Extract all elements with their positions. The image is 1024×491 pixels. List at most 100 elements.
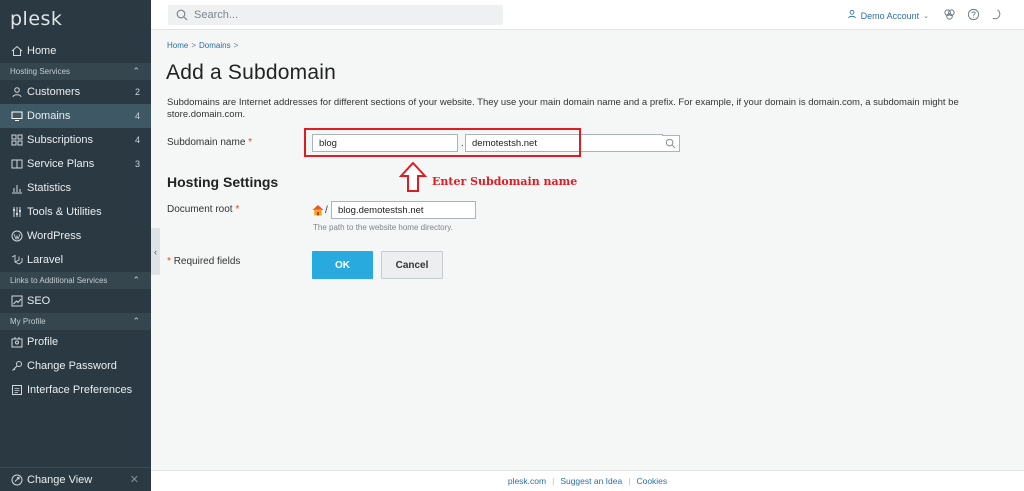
sidebar-item-change-password[interactable]: Change Password (0, 354, 151, 378)
grid-icon (10, 133, 24, 147)
label-text: Subdomain name (167, 137, 246, 148)
help-icon[interactable] (966, 7, 980, 21)
sidebar-item-service-plans[interactable]: Service Plans 3 (0, 152, 151, 176)
required-fields-note: * Required fields (167, 256, 240, 267)
footer-link-cookies[interactable]: Cookies (636, 476, 667, 486)
footer-link-plesk[interactable]: plesk.com (508, 476, 546, 486)
breadcrumb-separator: > (191, 41, 197, 50)
account-menu[interactable]: Demo Account ⌄ (847, 9, 929, 22)
count-badge: 3 (134, 159, 140, 169)
moon-icon[interactable] (989, 7, 1003, 21)
sidebar-item-customers[interactable]: Customers 2 (0, 80, 151, 104)
topbar: Search... Demo Account ⌄ (151, 0, 1024, 30)
sidebar-item-interface-preferences[interactable]: Interface Preferences (0, 378, 151, 402)
laravel-icon (10, 253, 24, 267)
section-label: My Profile (10, 317, 46, 326)
home-icon (10, 44, 24, 58)
profile-icon (10, 335, 24, 349)
section-label: Hosting Services (10, 67, 71, 76)
breadcrumb-separator: > (233, 41, 239, 50)
search-icon (176, 9, 188, 21)
bar-chart-icon (10, 181, 24, 195)
section-hosting-services[interactable]: Hosting Services ⌃ (0, 63, 151, 80)
sidebar-item-laravel[interactable]: Laravel (0, 248, 151, 272)
document-root-hint: The path to the website home directory. (313, 223, 453, 232)
change-view-label: Change View (27, 473, 93, 486)
sidebar-item-label: Home (27, 45, 57, 57)
search-input[interactable]: Search... (168, 5, 503, 25)
sidebar-item-subscriptions[interactable]: Subscriptions 4 (0, 128, 151, 152)
sidebar-item-wordpress[interactable]: WordPress (0, 224, 151, 248)
extensions-icon[interactable] (942, 7, 956, 21)
sidebar-item-label: Profile (27, 336, 59, 348)
person-icon (847, 9, 857, 22)
chevron-left-icon: ‹ (154, 246, 157, 257)
sidebar-item-statistics[interactable]: Statistics (0, 176, 151, 200)
domain-search-icon[interactable] (662, 135, 680, 152)
footer-link-suggest-idea[interactable]: Suggest an Idea (560, 476, 622, 486)
section-links-additional-services[interactable]: Links to Additional Services ⌃ (0, 272, 151, 289)
book-icon (10, 157, 24, 171)
trend-icon (10, 294, 24, 308)
document-root-label: Document root * (167, 204, 239, 215)
chevron-up-icon: ⌃ (132, 316, 140, 326)
sidebar-item-label: Domains (27, 110, 71, 122)
label-text: Document root (167, 204, 233, 215)
sidebar-item-label: Customers (27, 86, 81, 98)
section-my-profile[interactable]: My Profile ⌃ (0, 313, 151, 330)
sidebar-item-domains[interactable]: Domains 4 (0, 104, 151, 128)
path-separator: / (325, 205, 328, 216)
sliders-icon (10, 205, 24, 219)
required-mark: * (248, 137, 253, 148)
person-icon (10, 85, 24, 99)
wordpress-icon (10, 229, 24, 243)
sidebar-collapse-button[interactable]: ‹ (151, 228, 160, 275)
window-icon (10, 383, 24, 397)
page-description: Subdomains are Internet addresses for di… (167, 97, 959, 120)
sidebar-item-label: Laravel (27, 254, 64, 266)
main-content: Home > Domains > Add a Subdomain Subdomains… (160, 30, 1024, 470)
section-label: Links to Additional Services (10, 276, 108, 285)
monitor-icon (10, 109, 24, 123)
key-icon (10, 359, 24, 373)
sidebar-item-home[interactable]: Home (0, 39, 151, 63)
annotation-text: Enter Subdomain name (432, 175, 578, 188)
sidebar: plesk Home Hosting Services ⌃ Customers … (0, 0, 151, 491)
chevron-down-icon: ⌄ (923, 12, 929, 20)
chevron-up-icon: ⌃ (132, 66, 140, 76)
sidebar-item-seo[interactable]: SEO (0, 289, 151, 313)
ok-button[interactable]: OK (312, 251, 373, 279)
annotation-arrow-icon (399, 162, 427, 192)
cancel-button[interactable]: Cancel (381, 251, 443, 279)
change-view-button[interactable]: Change View ✕ (0, 467, 151, 491)
count-badge: 4 (134, 111, 140, 121)
breadcrumb-home[interactable]: Home (167, 41, 188, 50)
home-folder-icon (312, 205, 324, 216)
sidebar-item-profile[interactable]: Profile (0, 330, 151, 354)
subdomain-name-label: Subdomain name * (167, 137, 252, 148)
sidebar-item-label: WordPress (27, 230, 82, 242)
sidebar-item-label: SEO (27, 295, 51, 307)
footer-separator: | (552, 476, 555, 486)
highlight-box (304, 128, 581, 157)
count-badge: 2 (134, 87, 140, 97)
document-root-value: blog.demotestsh.net (338, 204, 424, 216)
sidebar-item-tools[interactable]: Tools & Utilities (0, 200, 151, 224)
close-icon[interactable]: ✕ (130, 473, 139, 486)
sidebar-item-label: Tools & Utilities (27, 206, 102, 218)
sidebar-item-label: Statistics (27, 182, 72, 194)
count-badge: 4 (134, 135, 140, 145)
change-view-icon (10, 473, 24, 487)
required-fields-text: Required fields (173, 256, 241, 267)
breadcrumb: Home > Domains > (167, 41, 241, 50)
document-root-input[interactable]: blog.demotestsh.net (331, 201, 476, 219)
search-placeholder: Search... (194, 9, 239, 21)
sidebar-item-label: Interface Preferences (27, 384, 133, 396)
plesk-logo[interactable]: plesk (0, 0, 151, 39)
page-title: Add a Subdomain (166, 61, 336, 84)
breadcrumb-domains[interactable]: Domains (199, 41, 231, 50)
footer-separator: | (628, 476, 631, 486)
footer: plesk.com | Suggest an Idea | Cookies (151, 470, 1024, 491)
required-mark: * (235, 204, 240, 215)
sidebar-item-label: Change Password (27, 360, 117, 372)
